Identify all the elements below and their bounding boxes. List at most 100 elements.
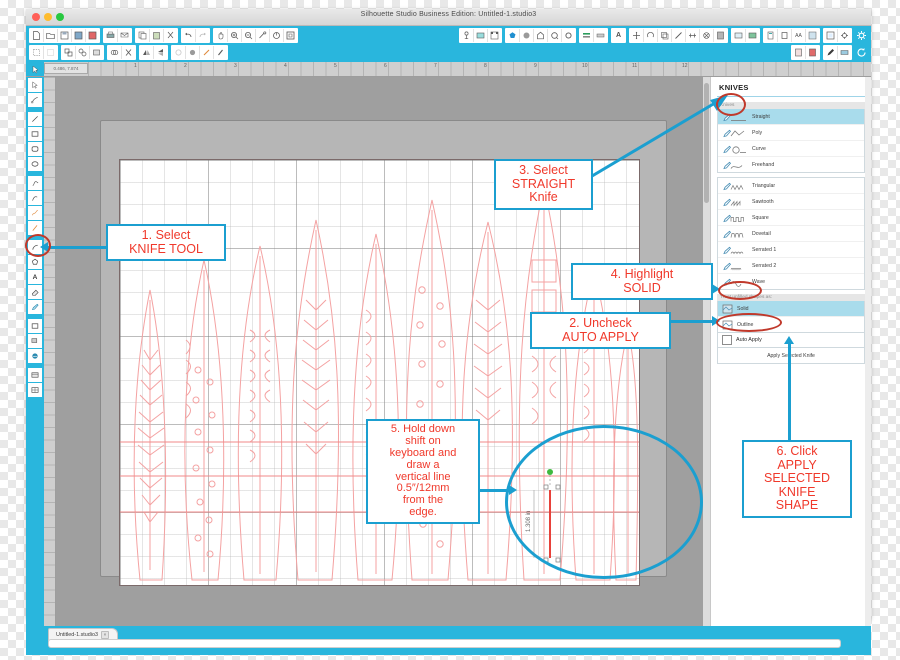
selection-group[interactable] (29, 45, 58, 60)
new-document-icon[interactable] (30, 29, 44, 42)
scrollbar-thumb[interactable] (50, 641, 580, 646)
replicate-icon[interactable] (186, 46, 200, 59)
library-group[interactable] (731, 28, 760, 43)
select-all-icon[interactable] (30, 46, 44, 59)
transform-icon[interactable] (630, 29, 644, 42)
group-icon[interactable] (62, 46, 76, 59)
line-color-icon[interactable] (580, 29, 594, 42)
library-icon[interactable] (732, 29, 746, 42)
sketch-icon[interactable] (714, 29, 727, 42)
knife-type-poly[interactable]: Poly (718, 125, 864, 141)
fill-gradient-icon[interactable] (520, 29, 534, 42)
offset-icon[interactable] (200, 46, 214, 59)
send-icon[interactable] (118, 29, 131, 42)
trace-icon[interactable] (214, 46, 227, 59)
smooth-freehand-tool[interactable] (28, 221, 42, 235)
store-icon[interactable] (746, 29, 759, 42)
page-tool[interactable] (28, 368, 42, 382)
zoom-out-icon[interactable] (242, 29, 256, 42)
apply-selected-knife-button[interactable]: Apply Selected Knife (717, 348, 865, 364)
weld-icon[interactable] (108, 46, 122, 59)
page-setup-icon[interactable] (460, 29, 474, 42)
select-tool[interactable] (28, 78, 42, 92)
auto-apply-checkbox[interactable] (722, 335, 732, 345)
curve-tool[interactable] (28, 191, 42, 205)
eyedropper-tool[interactable] (28, 349, 42, 363)
knife-type-list[interactable]: Straight Poly Curve Freehand (717, 109, 865, 173)
shadow-tool[interactable] (28, 334, 42, 348)
line-style-icon[interactable] (562, 29, 575, 42)
rounded-rectangle-tool[interactable] (28, 142, 42, 156)
cut-settings-icon[interactable] (474, 29, 488, 42)
open-folder-icon[interactable] (44, 29, 58, 42)
knife-shape-serrated-2[interactable]: Serrated 2 (718, 258, 864, 274)
pen-icon[interactable] (824, 46, 838, 59)
crop-icon[interactable] (122, 46, 135, 59)
group-tools[interactable] (61, 45, 104, 60)
cutter-icon[interactable] (778, 29, 792, 42)
cut-icon[interactable] (164, 29, 177, 42)
fit-to-window-icon[interactable] (284, 29, 297, 42)
knife-type-freehand[interactable]: Freehand (718, 157, 864, 172)
print-group[interactable] (103, 28, 132, 43)
send-to-cutter-icon[interactable] (838, 46, 851, 59)
panel-scrollbar[interactable] (865, 77, 871, 626)
fill-color-icon[interactable] (506, 29, 520, 42)
rhinestone-icon[interactable] (700, 29, 714, 42)
save-as-icon[interactable] (72, 29, 86, 42)
history-group[interactable] (181, 28, 210, 43)
fill-group[interactable] (505, 28, 576, 43)
redo-icon[interactable] (196, 29, 209, 42)
offset-panel-icon[interactable] (658, 29, 672, 42)
rectangle-tool[interactable] (28, 127, 42, 141)
close-icon[interactable]: × (100, 631, 109, 639)
line-group[interactable] (579, 28, 608, 43)
grid-tool[interactable] (28, 383, 42, 397)
knife-shape-list[interactable]: Triangular Sawtooth Square Dovetail Serr… (717, 177, 865, 290)
my-library-icon[interactable] (806, 46, 819, 59)
ungroup-icon[interactable] (76, 46, 90, 59)
settings-group[interactable] (823, 28, 852, 43)
edit-points-tool[interactable] (28, 93, 42, 107)
send-panel-icon[interactable] (764, 29, 778, 42)
preferences-gear-icon[interactable] (855, 29, 868, 42)
undo-icon[interactable] (182, 29, 196, 42)
align-icon[interactable] (172, 46, 186, 59)
line-tool[interactable] (28, 112, 42, 126)
zoom-in-icon[interactable] (228, 29, 242, 42)
mirror-horizontal-icon[interactable] (140, 46, 154, 59)
text-style-icon[interactable]: A (612, 29, 625, 42)
knife-tool[interactable] (28, 300, 42, 314)
vertical-ruler[interactable] (44, 77, 56, 626)
knife-shape-triangular[interactable]: Triangular (718, 178, 864, 194)
save-icon[interactable] (58, 29, 72, 42)
pan-icon[interactable] (214, 29, 228, 42)
knife-shape-dovetail[interactable]: Dovetail (718, 226, 864, 242)
polygon-tool[interactable] (28, 176, 42, 190)
text-group[interactable]: A (611, 28, 626, 43)
line-thickness-icon[interactable] (594, 29, 607, 42)
arrange-group[interactable] (171, 45, 228, 60)
knife-panel-icon[interactable] (672, 29, 686, 42)
clipboard-group[interactable] (135, 28, 178, 43)
layers-icon[interactable] (806, 29, 819, 42)
transparency-icon[interactable] (548, 29, 562, 42)
regular-polygon-tool[interactable] (28, 255, 42, 269)
zoom-selection-icon[interactable] (256, 29, 270, 42)
knife-type-curve[interactable]: Curve (718, 141, 864, 157)
print-icon[interactable] (104, 29, 118, 42)
zoom-reset-icon[interactable] (270, 29, 284, 42)
modify-icon[interactable] (644, 29, 658, 42)
settings-icon[interactable] (838, 29, 851, 42)
freehand-tool[interactable] (28, 206, 42, 220)
save-all-icon[interactable] (86, 29, 99, 42)
file-tool-group[interactable] (29, 28, 100, 43)
paste-icon[interactable] (150, 29, 164, 42)
mirror-vertical-icon[interactable] (154, 46, 167, 59)
knife-shape-serrated-1[interactable]: Serrated 1 (718, 242, 864, 258)
ellipse-tool[interactable] (28, 157, 42, 171)
text-tool[interactable]: A (28, 270, 42, 284)
ruler-corner[interactable] (26, 62, 44, 76)
cutter-group[interactable] (823, 45, 852, 60)
knife-shape-sawtooth[interactable]: Sawtooth (718, 194, 864, 210)
